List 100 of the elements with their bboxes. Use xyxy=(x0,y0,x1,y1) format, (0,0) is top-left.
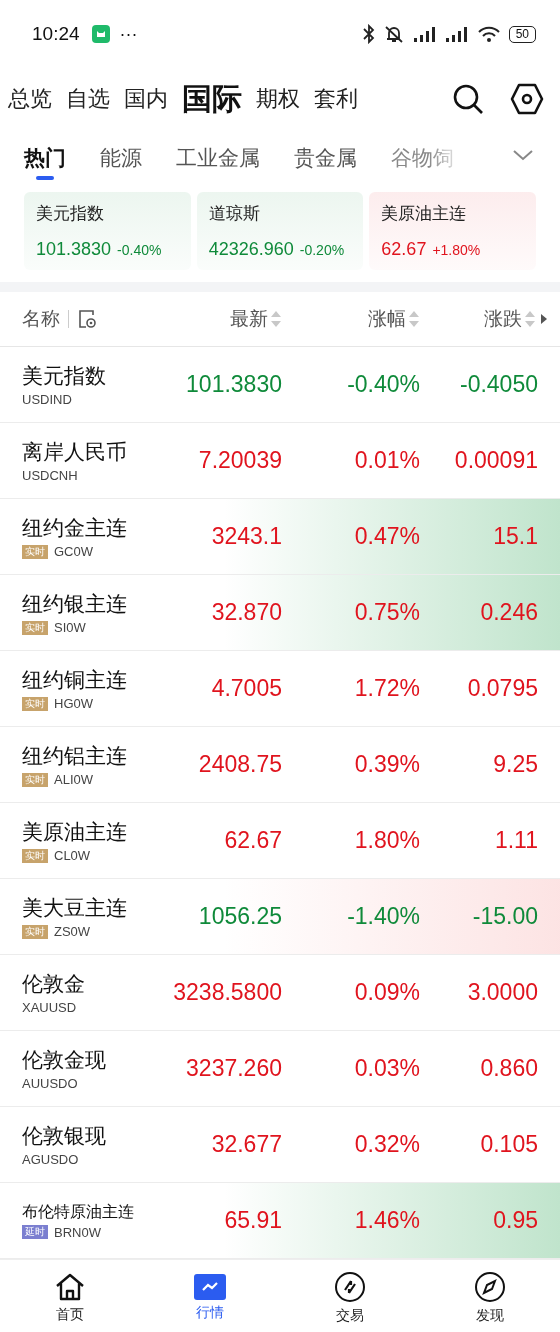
instrument-code: AUUSDO xyxy=(22,1076,78,1091)
wifi-icon xyxy=(476,25,501,43)
instrument-name: 布伦特原油主连 xyxy=(22,1201,135,1222)
quote-row[interactable]: 美大豆主连 实时 ZS0W 1056.25 -1.40% -15.00 xyxy=(0,879,560,955)
column-header: 名称 xyxy=(22,307,60,331)
percent-change-cell-text: 0.09% xyxy=(353,979,420,1006)
price-cell-text: 4.7005 xyxy=(210,675,282,702)
instrument-code: HG0W xyxy=(54,696,93,711)
percent-change-cell-text: 0.47% xyxy=(353,523,420,550)
index-card[interactable]: 道琼斯 42326.960 -0.20% xyxy=(196,192,364,270)
market-tab[interactable]: 总览 xyxy=(8,84,52,114)
column-header[interactable]: 涨幅 xyxy=(368,306,406,332)
change-cell-text: 0.95 xyxy=(492,1207,538,1234)
category-tab[interactable]: 热门 xyxy=(24,136,66,180)
app-icon xyxy=(91,25,110,43)
price-cell-text: 3243.1 xyxy=(210,523,282,550)
instrument-code: SI0W xyxy=(54,620,86,635)
signal-icon xyxy=(412,25,437,43)
instrument-name: 伦敦金现 xyxy=(22,1047,107,1073)
price-cell-text: 62.67 xyxy=(223,827,282,854)
settings-icon[interactable] xyxy=(510,83,544,115)
more-notifications: ··· xyxy=(119,23,138,45)
market-tab[interactable]: 期权 xyxy=(256,84,300,114)
percent-change-cell-text: 0.39% xyxy=(353,751,420,778)
category-tab[interactable]: 能源 xyxy=(100,136,142,180)
instrument-name: 纽约铝主连 xyxy=(22,743,128,769)
card-settings-icon[interactable] xyxy=(77,309,97,329)
instrument-name: 离岸人民币 xyxy=(22,439,128,465)
quote-row[interactable]: 纽约银主连 实时 SI0W 32.870 0.75% 0.246 xyxy=(0,575,560,651)
change-cell-text: 3.0000 xyxy=(466,979,538,1006)
index-card[interactable]: 美元指数 101.3830 -0.40% xyxy=(24,192,191,270)
nav-item[interactable]: 交易 xyxy=(280,1260,420,1332)
percent-change-cell-text: 1.72% xyxy=(353,675,420,702)
nav-item[interactable]: 发现 xyxy=(420,1260,560,1332)
percent-change-cell-text: 0.75% xyxy=(353,599,420,626)
instrument-name: 美原油主连 xyxy=(22,819,128,845)
change-cell-text: 0.0795 xyxy=(466,675,538,702)
column-header[interactable]: 最新 xyxy=(230,306,268,332)
index-change: -0.40% xyxy=(117,242,162,258)
index-price: 101.3830 xyxy=(36,239,112,260)
data-tag: 延时 xyxy=(22,1225,48,1239)
battery-level: 50 xyxy=(508,25,536,43)
price-cell-text: 32.677 xyxy=(210,1131,282,1158)
market-tab[interactable]: 国内 xyxy=(124,84,168,114)
data-tag: 实时 xyxy=(22,544,48,559)
market-tab[interactable]: 套利 xyxy=(314,84,358,114)
category-tab[interactable]: 谷物饲 xyxy=(391,136,454,180)
compass-icon xyxy=(474,1271,506,1303)
quote-row[interactable]: 布伦特原油主连 延时 BRN0W 65.91 1.46% 0.95 xyxy=(0,1183,560,1259)
category-tab[interactable]: 贵金属 xyxy=(294,136,357,180)
instrument-code: GC0W xyxy=(54,544,93,559)
change-cell-text: 1.11 xyxy=(493,827,538,854)
instrument-code: AGUSDO xyxy=(22,1152,79,1167)
change-cell-text: 15.1 xyxy=(492,523,538,550)
price-cell-text: 3237.260 xyxy=(185,1055,282,1082)
instrument-name: 美大豆主连 xyxy=(22,895,128,921)
change-cell-text: 0.00091 xyxy=(453,447,538,474)
bluetooth-icon xyxy=(362,24,375,44)
home-icon xyxy=(54,1272,86,1302)
column-header[interactable]: 涨跌 xyxy=(484,306,522,332)
instrument-name: 纽约银主连 xyxy=(22,591,128,617)
index-price: 42326.960 xyxy=(208,239,294,260)
percent-change-cell-text: 0.01% xyxy=(353,447,420,474)
market-tab[interactable]: 国际 xyxy=(182,78,242,120)
data-tag: 实时 xyxy=(22,696,48,711)
instrument-name: 伦敦银现 xyxy=(22,1123,107,1149)
price-cell-text: 32.870 xyxy=(210,599,282,626)
instrument-name: 美元指数 xyxy=(22,363,107,389)
search-icon[interactable] xyxy=(452,83,484,115)
index-change: +1.80% xyxy=(432,242,481,258)
percent-change-cell-text: -0.40% xyxy=(346,371,420,398)
instrument-code: CL0W xyxy=(54,848,91,863)
index-change: -0.20% xyxy=(299,242,345,258)
instrument-code: ALI0W xyxy=(54,772,93,787)
price-cell-text: 3238.5800 xyxy=(172,979,282,1006)
category-tab[interactable]: 工业金属 xyxy=(176,136,260,180)
scroll-right-icon[interactable] xyxy=(540,313,548,325)
price-cell-text: 65.91 xyxy=(223,1207,282,1234)
quote-row[interactable]: 纽约金主连 实时 GC0W 3243.1 0.47% 15.1 xyxy=(0,499,560,575)
index-card[interactable]: 美原油主连 62.67 +1.80% xyxy=(369,192,536,270)
clock: 10:24 xyxy=(32,23,80,45)
instrument-code: USDCNH xyxy=(22,468,78,483)
price-cell-text: 2408.75 xyxy=(197,751,282,778)
index-name: 道琼斯 xyxy=(208,203,261,225)
index-name: 美元指数 xyxy=(36,203,105,225)
percent-change-cell-text: 0.03% xyxy=(353,1055,420,1082)
percent-change-cell-text: 0.32% xyxy=(353,1131,420,1158)
chart-icon xyxy=(194,1274,226,1300)
instrument-code: XAUUSD xyxy=(22,1000,77,1015)
nav-item[interactable]: 首页 xyxy=(0,1260,140,1332)
market-tab[interactable]: 自选 xyxy=(66,84,110,114)
percent-change-cell-text: 1.80% xyxy=(353,827,420,854)
percent-change-cell-text: -1.40% xyxy=(346,903,420,930)
change-cell-text: 0.246 xyxy=(479,599,538,626)
percent-change-cell-text: 1.46% xyxy=(353,1207,420,1234)
instrument-name: 纽约金主连 xyxy=(22,515,128,541)
nav-item[interactable]: 行情 xyxy=(140,1260,280,1332)
signal-icon xyxy=(444,25,469,43)
change-cell-text: -15.00 xyxy=(471,903,538,930)
change-cell-text: 9.25 xyxy=(492,751,538,778)
